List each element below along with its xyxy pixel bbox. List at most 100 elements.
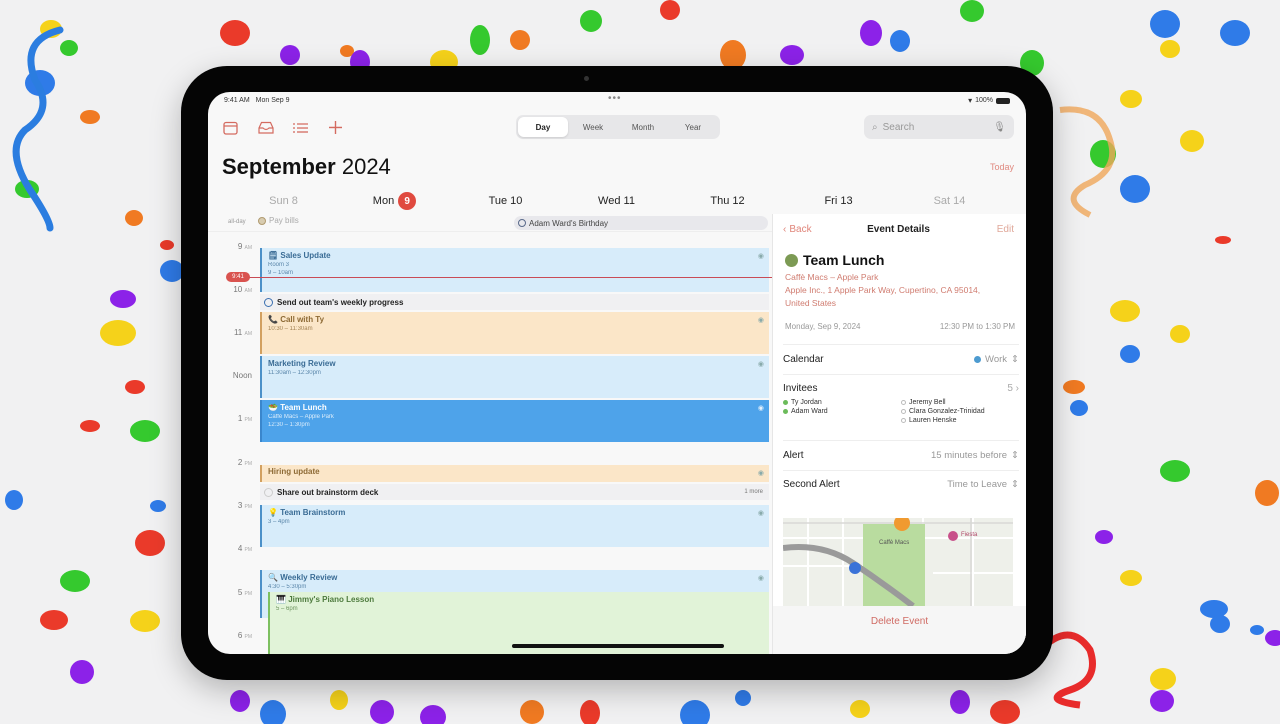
day-wed[interactable]: Wed 11 [561, 192, 672, 210]
hour: 11 [233, 328, 243, 337]
hour: 2 [237, 458, 243, 467]
invitees-section[interactable]: Invitees 5 › Ty Jordan Jeremy Bell Adam … [783, 374, 1019, 424]
battery-icon [996, 97, 1010, 104]
wifi-icon: ▾ [968, 96, 973, 105]
task-checkbox[interactable] [264, 297, 273, 307]
event-time: 12:30 – 1:30pm [268, 422, 310, 428]
plus-icon[interactable] [327, 120, 344, 135]
list-icon[interactable] [292, 120, 309, 135]
attachment-icon: ◉ [757, 405, 764, 412]
accepted-status-icon [783, 400, 788, 405]
tab-week[interactable]: Week [568, 117, 618, 137]
today-button[interactable]: Today [990, 162, 1014, 172]
details-navbar: ‹ Back Event Details Edit [783, 224, 1014, 238]
event-call-with-ty[interactable]: 📞 Call with Ty 10:30 – 11:30am ◉ [260, 312, 769, 354]
calendar-color-dot [974, 356, 982, 363]
hour-label: 6 PM [222, 631, 252, 640]
event-marketing-review[interactable]: Marketing Review 11:30am – 12:30pm ◉ [260, 356, 769, 398]
hour: Noon [232, 371, 252, 380]
salad-icon [785, 253, 798, 267]
more-items-label[interactable]: 1 more [744, 489, 763, 495]
all-day-label: all-day [228, 219, 246, 225]
task-checkbox[interactable] [264, 487, 273, 497]
tab-day[interactable]: Day [518, 117, 568, 137]
delete-event-button[interactable]: Delete Event [773, 606, 1026, 654]
ampm: AM [244, 331, 253, 337]
attachment-icon: ◉ [757, 575, 764, 582]
all-day-event-birthday[interactable]: Adam Ward's Birthday [514, 216, 768, 230]
event-team-lunch[interactable]: 🥗 Team Lunch Caffè Macs – Apple Park 12:… [260, 400, 769, 442]
calendar-row[interactable]: Calendar Work ⇕ [783, 344, 1019, 374]
invitee-spacer [783, 417, 901, 424]
second-alert-row[interactable]: Second Alert Time to Leave ⇕ [783, 470, 1019, 498]
pending-status-icon [901, 409, 906, 414]
salad-icon: 🥗 [268, 403, 281, 412]
invitee-name: Adam Ward [791, 408, 828, 415]
streamer-ribbon [1059, 106, 1116, 218]
tab-month[interactable]: Month [618, 117, 668, 137]
location-address[interactable]: Apple Inc., 1 Apple Park Way, Cupertino,… [785, 284, 1005, 310]
search-field[interactable]: ⌕ Search 🎙 [864, 115, 1014, 139]
event-title: Team Lunch [803, 252, 885, 268]
status-indicators: ▾ 100% [968, 96, 1010, 105]
event-title: Hiring update [268, 467, 320, 476]
ampm: AM [244, 288, 253, 294]
all-day-event-title: Pay bills [269, 216, 299, 225]
week-strip: Sun 8 Mon 9 Tue 10 Wed 11 Thu 12 Fri 13 S… [228, 192, 1008, 210]
second-alert-value: Time to Leave [947, 479, 1008, 490]
task-weekly-progress[interactable]: Send out team's weekly progress [260, 294, 769, 310]
event-time: 5 – 6pm [276, 606, 298, 612]
microphone-icon[interactable]: 🎙 [993, 122, 1006, 133]
day-mon[interactable]: Mon 9 [339, 192, 450, 210]
invitee-name: Lauren Henske [909, 417, 957, 424]
alert-value: 15 minutes before [930, 450, 1008, 461]
today-badge: 9 [398, 192, 417, 210]
inbox-icon[interactable] [257, 120, 274, 135]
day-tue[interactable]: Tue 10 [450, 192, 561, 210]
attachment-icon: ◉ [757, 317, 764, 324]
day-thu[interactable]: Thu 12 [672, 192, 783, 210]
location-name[interactable]: Caffè Macs – Apple Park [785, 271, 1005, 284]
home-indicator[interactable] [512, 644, 724, 648]
location-map[interactable]: Caffè Macs Fiesta [783, 518, 1013, 606]
day-label: Sun 8 [269, 195, 298, 207]
attachment-icon: ◉ [757, 361, 764, 368]
day-sun[interactable]: Sun 8 [228, 192, 339, 210]
status-date: Mon Sep 9 [255, 97, 290, 104]
month-title: September 2024 [222, 154, 391, 180]
invitees-count: 5 [1007, 383, 1013, 394]
hour: 9 [237, 242, 243, 251]
battery-percent: 100% [975, 97, 993, 104]
chevron-updown-icon: ⇕ [1011, 479, 1019, 490]
ampm: PM [244, 461, 253, 467]
hour-label: 1 PM [222, 414, 252, 423]
event-hiring-update[interactable]: Hiring update ◉ [260, 465, 769, 482]
event-location[interactable]: Caffè Macs – Apple Park Apple Inc., 1 Ap… [785, 271, 1005, 310]
invitee-name: Jeremy Bell [909, 399, 946, 406]
status-bar: 9:41 AM Mon Sep 9 ••• ▾ 100% [208, 92, 1026, 110]
all-day-event-pay-bills[interactable]: Pay bills [258, 216, 299, 225]
current-time-line [238, 277, 772, 278]
pending-status-icon [901, 400, 906, 405]
invitees-label: Invitees [783, 383, 818, 394]
alert-row[interactable]: Alert 15 minutes before ⇕ [783, 440, 1019, 470]
hour-label: 4 PM [222, 544, 252, 553]
task-brainstorm-deck[interactable]: Share out brainstorm deck 1 more [260, 484, 769, 500]
tab-year[interactable]: Year [668, 117, 718, 137]
view-segmented-control: Day Week Month Year [516, 115, 720, 139]
calendar-value: Work [985, 354, 1008, 365]
day-sat[interactable]: Sat 14 [894, 192, 1005, 210]
event-location: Room 3 [268, 262, 290, 268]
calendar-label: Calendar [783, 354, 824, 365]
event-team-brainstorm[interactable]: 💡 Team Brainstorm 3 – 4pm ◉ [260, 505, 769, 547]
edit-button[interactable]: Edit [997, 224, 1014, 235]
multitask-dots-icon[interactable]: ••• [608, 93, 622, 104]
invitee: Ty Jordan [783, 399, 901, 406]
event-title: Call with Ty [280, 315, 325, 324]
calendar-icon[interactable] [222, 120, 239, 135]
day-fri[interactable]: Fri 13 [783, 192, 894, 210]
event-sales-update[interactable]: 🗒 Sales Update Room 3 9 – 10am ◉ [260, 248, 769, 292]
toolbar-left [222, 120, 344, 135]
day-timeline[interactable]: all-day Pay bills Adam Ward's Birthday 9… [208, 214, 772, 654]
search-placeholder: Search [882, 121, 915, 133]
